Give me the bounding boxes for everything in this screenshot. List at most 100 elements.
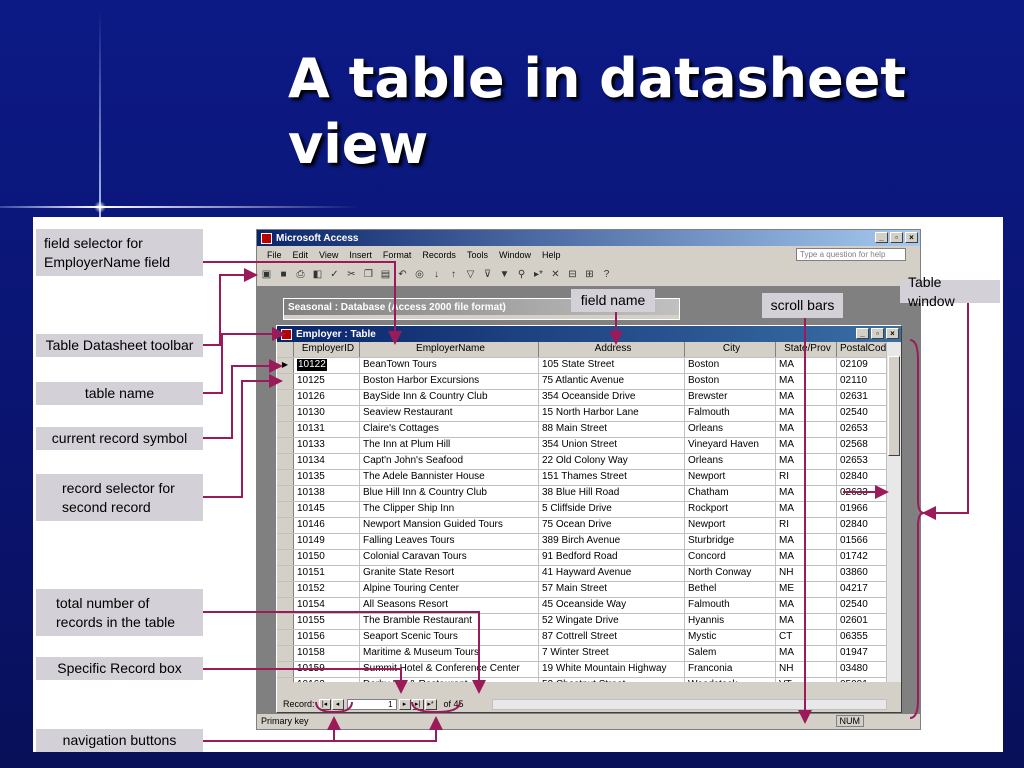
table-row[interactable]: 10154 All Seasons Resort 45 Oceanside Way F… [277,598,887,614]
table-cell[interactable]: 03480 [837,662,887,677]
table-cell[interactable]: MA [776,454,837,469]
table-cell[interactable]: 04217 [837,582,887,597]
menu-file[interactable]: File [267,250,282,260]
menu-records[interactable]: Records [422,250,456,260]
table-cell[interactable]: Colonial Caravan Tours [360,550,539,565]
table-cell[interactable]: CT [776,630,837,645]
record-selector[interactable] [277,502,294,517]
table-cell[interactable]: Claire's Cottages [360,422,539,437]
table-cell[interactable]: 03860 [837,566,887,581]
table-cell[interactable]: Concord [685,550,776,565]
specific-record-box[interactable]: 1 [346,698,397,710]
table-cell[interactable]: 01742 [837,550,887,565]
table-close-button[interactable]: × [886,328,899,339]
record-selector[interactable] [277,406,294,421]
table-cell[interactable]: Orleans [685,422,776,437]
database-window-icon[interactable]: ⊟ [567,269,578,280]
table-cell[interactable]: MA [776,534,837,549]
table-row[interactable]: 10131 Claire's Cottages 88 Main Street Orle… [277,422,887,438]
table-cell[interactable]: 05091 [837,678,887,682]
table-row[interactable]: 10130 Seaview Restaurant 15 North Harbor L… [277,406,887,422]
table-maximize-button[interactable]: ▫ [871,328,884,339]
table-cell[interactable]: Capt'n John's Seafood [360,454,539,469]
record-selector[interactable] [277,454,294,469]
vertical-scrollbar[interactable] [886,342,901,682]
table-cell[interactable]: All Seasons Resort [360,598,539,613]
table-cell[interactable]: Orleans [685,454,776,469]
table-cell[interactable]: MA [776,358,837,373]
table-cell[interactable]: 75 Atlantic Avenue [539,374,685,389]
table-cell[interactable]: The Adele Bannister House [360,470,539,485]
table-cell[interactable]: MA [776,486,837,501]
table-cell[interactable]: Maritime & Museum Tours [360,646,539,661]
table-cell[interactable]: Franconia [685,662,776,677]
table-cell[interactable]: Granite State Resort [360,566,539,581]
record-selector[interactable] [277,630,294,645]
first-record-button[interactable]: |◂ [318,698,331,710]
table-cell[interactable]: 10133 [294,438,360,453]
table-cell[interactable]: 10159 [294,662,360,677]
select-all-corner[interactable] [277,342,294,357]
table-cell[interactable]: MA [776,598,837,613]
table-cell[interactable]: The Clipper Ship Inn [360,502,539,517]
table-cell[interactable]: 5 Cliffside Drive [539,502,685,517]
table-cell[interactable]: 10134 [294,454,360,469]
table-cell[interactable]: Chatham [685,486,776,501]
filter-icon[interactable]: ▽ [465,269,476,280]
table-cell[interactable]: NH [776,662,837,677]
table-cell[interactable]: MA [776,438,837,453]
table-cell[interactable]: Sturbridge [685,534,776,549]
table-cell[interactable]: 45 Oceanside Way [539,598,685,613]
table-cell[interactable]: 02601 [837,614,887,629]
table-cell[interactable]: Mystic [685,630,776,645]
table-row[interactable]: 10158 Maritime & Museum Tours 7 Winter Str… [277,646,887,662]
delete-record-icon[interactable]: ✕ [550,269,561,280]
table-row[interactable]: 10125 Boston Harbor Excursions 75 Atlantic… [277,374,887,390]
table-cell[interactable]: VT [776,678,837,682]
table-cell[interactable]: Summit Hotel & Conference Center [360,662,539,677]
sort-asc-icon[interactable]: ↓ [431,269,442,280]
previous-record-button[interactable]: ◂ [331,698,344,710]
table-row[interactable]: 10135 The Adele Bannister House 151 Thames… [277,470,887,486]
menu-window[interactable]: Window [499,250,531,260]
table-cell[interactable]: MA [776,550,837,565]
table-cell[interactable]: 10131 [294,422,360,437]
paste-icon[interactable]: ▤ [380,269,391,280]
table-cell[interactable]: Falmouth [685,598,776,613]
table-cell[interactable]: The Bramble Restaurant [360,614,539,629]
record-selector[interactable] [277,550,294,565]
next-record-button[interactable]: ▸ [398,698,411,710]
new-record-icon[interactable]: ▸* [533,269,544,280]
table-cell[interactable]: RI [776,470,837,485]
menu-help[interactable]: Help [542,250,561,260]
table-cell[interactable]: North Conway [685,566,776,581]
table-cell[interactable]: 52 Wingate Drive [539,614,685,629]
table-cell[interactable]: 01947 [837,646,887,661]
undo-icon[interactable]: ↶ [397,269,408,280]
record-selector[interactable] [277,390,294,405]
record-selector[interactable] [277,470,294,485]
table-cell[interactable]: 10158 [294,646,360,661]
table-row[interactable]: 10134 Capt'n John's Seafood 22 Old Colony … [277,454,887,470]
table-cell[interactable]: Boston [685,358,776,373]
table-cell[interactable]: MA [776,390,837,405]
table-cell[interactable]: Falmouth [685,406,776,421]
record-selector[interactable] [277,598,294,613]
table-cell[interactable]: 01566 [837,534,887,549]
table-cell[interactable]: The Inn at Plum Hill [360,438,539,453]
table-cell[interactable]: BeanTown Tours [360,358,539,373]
table-cell[interactable]: Rockport [685,502,776,517]
table-cell[interactable]: 10151 [294,566,360,581]
table-cell[interactable]: 02540 [837,598,887,613]
table-cell[interactable]: 10146 [294,518,360,533]
table-cell[interactable]: 02653 [837,454,887,469]
table-window-titlebar[interactable]: Employer : Table _ ▫ × [277,326,901,342]
minimize-button[interactable]: _ [875,232,888,243]
spelling-icon[interactable]: ✓ [329,269,340,280]
new-object-icon[interactable]: ⊞ [584,269,595,280]
record-selector[interactable] [277,566,294,581]
table-cell[interactable]: MA [776,502,837,517]
view-icon[interactable]: ▣ [261,269,272,280]
record-selector[interactable] [277,486,294,501]
field-selector-employerid[interactable]: EmployerID [294,342,360,357]
